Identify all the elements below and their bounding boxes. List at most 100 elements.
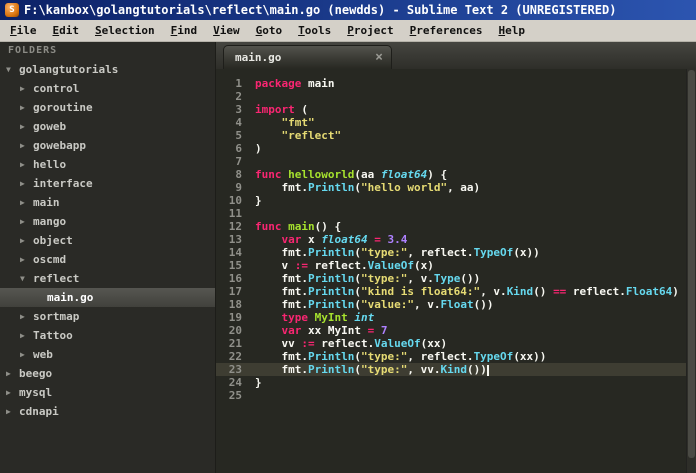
- tab-close-icon[interactable]: ×: [375, 50, 383, 65]
- code-line-19[interactable]: 19 type MyInt int: [216, 311, 696, 324]
- tree-item-label: goweb: [33, 120, 67, 133]
- code-line-22[interactable]: 22 fmt.Println("type:", reflect.TypeOf(x…: [216, 350, 696, 363]
- code-line-9[interactable]: 9 fmt.Println("hello world", aa): [216, 181, 696, 194]
- line-number: 18: [228, 298, 242, 311]
- chevron-down-icon[interactable]: ▼: [6, 65, 19, 74]
- chevron-right-icon[interactable]: ▶: [20, 141, 33, 150]
- code-line-17[interactable]: 17 fmt.Println("kind is float64:", v.Kin…: [216, 285, 696, 298]
- code-line-12[interactable]: 12 func main() {: [216, 220, 696, 233]
- folder-main[interactable]: ▶ main: [0, 193, 215, 212]
- code-line-24[interactable]: 24}: [216, 376, 696, 389]
- folder-reflect[interactable]: ▼ reflect: [0, 269, 215, 288]
- folder-web[interactable]: ▶ web: [0, 345, 215, 364]
- line-number: 12: [228, 220, 242, 233]
- folder-mysql[interactable]: ▶ mysql: [0, 383, 215, 402]
- code-text: func main() {: [255, 220, 342, 233]
- folder-interface[interactable]: ▶ interface: [0, 174, 215, 193]
- tree-item-label: mysql: [19, 386, 53, 399]
- chevron-right-icon[interactable]: ▶: [20, 331, 33, 340]
- tree-item-label: Tattoo: [33, 329, 73, 342]
- code-line-10[interactable]: 10}: [216, 194, 696, 207]
- menu-project[interactable]: Project: [339, 20, 401, 41]
- code-line-8[interactable]: 8 func helloworld(aa float64) {: [216, 168, 696, 181]
- folder-gowebapp[interactable]: ▶ gowebapp: [0, 136, 215, 155]
- code-line-4[interactable]: 4 "fmt": [216, 116, 696, 129]
- line-number: 4: [235, 116, 242, 129]
- folder-object[interactable]: ▶ object: [0, 231, 215, 250]
- chevron-right-icon[interactable]: ▶: [20, 198, 33, 207]
- menu-selection[interactable]: Selection: [87, 20, 163, 41]
- code-line-3[interactable]: 3 import (: [216, 103, 696, 116]
- code-line-18[interactable]: 18 fmt.Println("value:", v.Float()): [216, 298, 696, 311]
- vertical-scrollbar[interactable]: [686, 69, 696, 473]
- code-text: "reflect": [281, 129, 342, 142]
- code-line-7[interactable]: 7: [216, 155, 696, 168]
- tree-item-label: beego: [19, 367, 53, 380]
- code-line-5[interactable]: 5 "reflect": [216, 129, 696, 142]
- tree-item-label: control: [33, 82, 80, 95]
- line-number: 20: [228, 324, 242, 337]
- tree-item-label: cdnapi: [19, 405, 59, 418]
- chevron-right-icon[interactable]: ▶: [20, 103, 33, 112]
- chevron-right-icon[interactable]: ▶: [20, 312, 33, 321]
- chevron-right-icon[interactable]: ▶: [20, 236, 33, 245]
- code-area[interactable]: 1 package main 2 3 import (4 "fmt" 5 "reflect…: [216, 69, 696, 473]
- chevron-right-icon[interactable]: ▶: [20, 122, 33, 131]
- code-line-14[interactable]: 14 fmt.Println("type:", reflect.TypeOf(x…: [216, 246, 696, 259]
- code-line-6[interactable]: 6): [216, 142, 696, 155]
- code-line-25[interactable]: 25: [216, 389, 696, 402]
- menu-file[interactable]: File: [2, 20, 45, 41]
- code-text: "fmt": [281, 116, 315, 129]
- code-line-2[interactable]: 2: [216, 90, 696, 103]
- code-line-23[interactable]: 23 fmt.Println("type:", vv.Kind()): [216, 363, 696, 376]
- menu-find[interactable]: Find: [163, 20, 206, 41]
- code-text: fmt.Println("type:", vv.Kind()): [255, 363, 489, 376]
- folder-tree: ▼ golangtutorials ▶ control ▶ goroutine ▶ goweb…: [0, 60, 215, 473]
- folder-goweb[interactable]: ▶ goweb: [0, 117, 215, 136]
- chevron-right-icon[interactable]: ▶: [6, 388, 19, 397]
- folder-oscmd[interactable]: ▶ oscmd: [0, 250, 215, 269]
- line-number: 21: [228, 337, 242, 350]
- folder-mango[interactable]: ▶ mango: [0, 212, 215, 231]
- menu-goto[interactable]: Goto: [248, 20, 291, 41]
- tab-label: main.go: [235, 51, 282, 64]
- chevron-right-icon[interactable]: ▶: [20, 84, 33, 93]
- menu-view[interactable]: View: [205, 20, 248, 41]
- code-line-16[interactable]: 16 fmt.Println("type:", v.Type()): [216, 272, 696, 285]
- chevron-right-icon[interactable]: ▶: [20, 217, 33, 226]
- tab-main-go[interactable]: main.go ×: [223, 45, 392, 69]
- code-line-11[interactable]: 11: [216, 207, 696, 220]
- chevron-right-icon[interactable]: ▶: [20, 350, 33, 359]
- scrollbar-thumb[interactable]: [688, 70, 695, 458]
- folder-sortmap[interactable]: ▶ sortmap: [0, 307, 215, 326]
- folder-golangtutorials[interactable]: ▼ golangtutorials: [0, 60, 215, 79]
- folder-hello[interactable]: ▶ hello: [0, 155, 215, 174]
- code-text: fmt.Println("kind is float64:", v.Kind()…: [255, 285, 679, 298]
- menu-tools[interactable]: Tools: [290, 20, 339, 41]
- chevron-right-icon[interactable]: ▶: [6, 407, 19, 416]
- code-text: vv := reflect.ValueOf(xx): [255, 337, 448, 350]
- folder-beego[interactable]: ▶ beego: [0, 364, 215, 383]
- file-main.go[interactable]: main.go: [0, 288, 215, 307]
- menu-preferences[interactable]: Preferences: [402, 20, 491, 41]
- chevron-right-icon[interactable]: ▶: [20, 255, 33, 264]
- chevron-down-icon[interactable]: ▼: [20, 274, 33, 283]
- menu-help[interactable]: Help: [490, 20, 533, 41]
- folder-control[interactable]: ▶ control: [0, 79, 215, 98]
- code-line-1[interactable]: 1 package main: [216, 77, 696, 90]
- menu-edit[interactable]: Edit: [45, 20, 88, 41]
- code-line-13[interactable]: 13 var x float64 = 3.4: [216, 233, 696, 246]
- code-line-15[interactable]: 15 v := reflect.ValueOf(x): [216, 259, 696, 272]
- title-bar[interactable]: S F:\kanbox\golangtutorials\reflect\main…: [0, 0, 696, 20]
- folder-goroutine[interactable]: ▶ goroutine: [0, 98, 215, 117]
- code-line-21[interactable]: 21 vv := reflect.ValueOf(xx): [216, 337, 696, 350]
- code-line-20[interactable]: 20 var xx MyInt = 7: [216, 324, 696, 337]
- line-number: 16: [228, 272, 242, 285]
- chevron-right-icon[interactable]: ▶: [20, 179, 33, 188]
- code-text: ): [255, 142, 262, 155]
- chevron-right-icon[interactable]: ▶: [6, 369, 19, 378]
- chevron-right-icon[interactable]: ▶: [20, 160, 33, 169]
- folder-cdnapi[interactable]: ▶ cdnapi: [0, 402, 215, 421]
- folder-Tattoo[interactable]: ▶ Tattoo: [0, 326, 215, 345]
- line-number: 19: [228, 311, 242, 324]
